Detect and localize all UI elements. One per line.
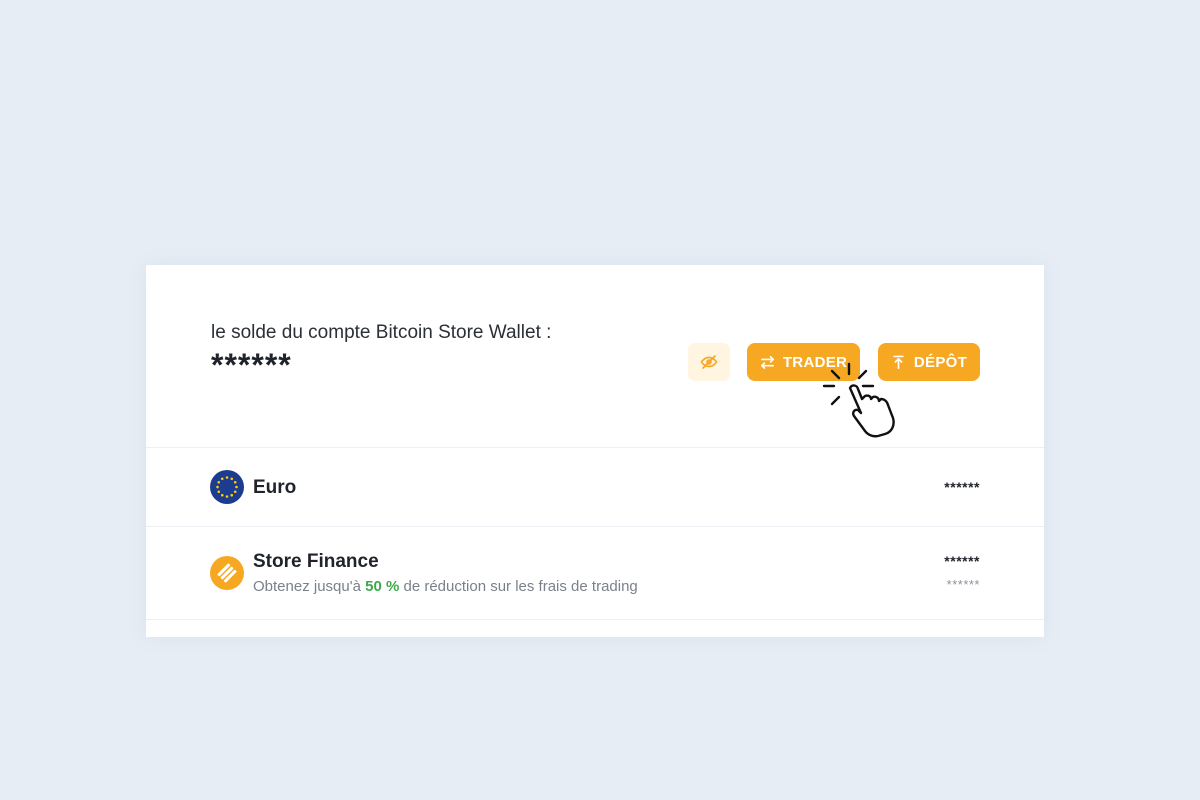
- store-finance-logo-icon: [210, 556, 244, 590]
- balance-value: ******: [211, 347, 292, 383]
- asset-amount-euro: ******: [944, 479, 980, 495]
- asset-amount-store-finance: ******: [944, 553, 980, 569]
- asset-name-store-finance: Store Finance: [253, 551, 379, 572]
- eye-slash-icon: [700, 355, 718, 369]
- wallet-card: le solde du compte Bitcoin Store Wallet …: [146, 265, 1044, 637]
- balance-label: le solde du compte Bitcoin Store Wallet …: [211, 322, 552, 343]
- depot-button-label: DÉPÔT: [913, 353, 968, 371]
- asset-name-euro: Euro: [253, 477, 297, 498]
- promo-suffix: de réduction sur les frais de trading: [399, 578, 638, 595]
- promo-prefix: Obtenez jusqu'à: [253, 578, 366, 595]
- promo-text: Obtenez jusqu'à 50 % de réduction sur le…: [253, 578, 638, 595]
- promo-percent: 50 %: [365, 578, 400, 595]
- asset-row-store-finance[interactable]: Store Finance Obtenez jusqu'à 50 % de ré…: [146, 527, 1044, 620]
- balance-section: le solde du compte Bitcoin Store Wallet …: [146, 265, 1044, 448]
- asset-amount-secondary-store-finance: ******: [946, 577, 980, 592]
- pointer-hand-icon: [822, 362, 895, 438]
- asset-row-euro[interactable]: Euro ******: [146, 448, 1044, 527]
- eu-flag-icon: [210, 470, 244, 504]
- swap-arrows-icon: [760, 355, 774, 369]
- toggle-visibility-button[interactable]: [688, 343, 730, 381]
